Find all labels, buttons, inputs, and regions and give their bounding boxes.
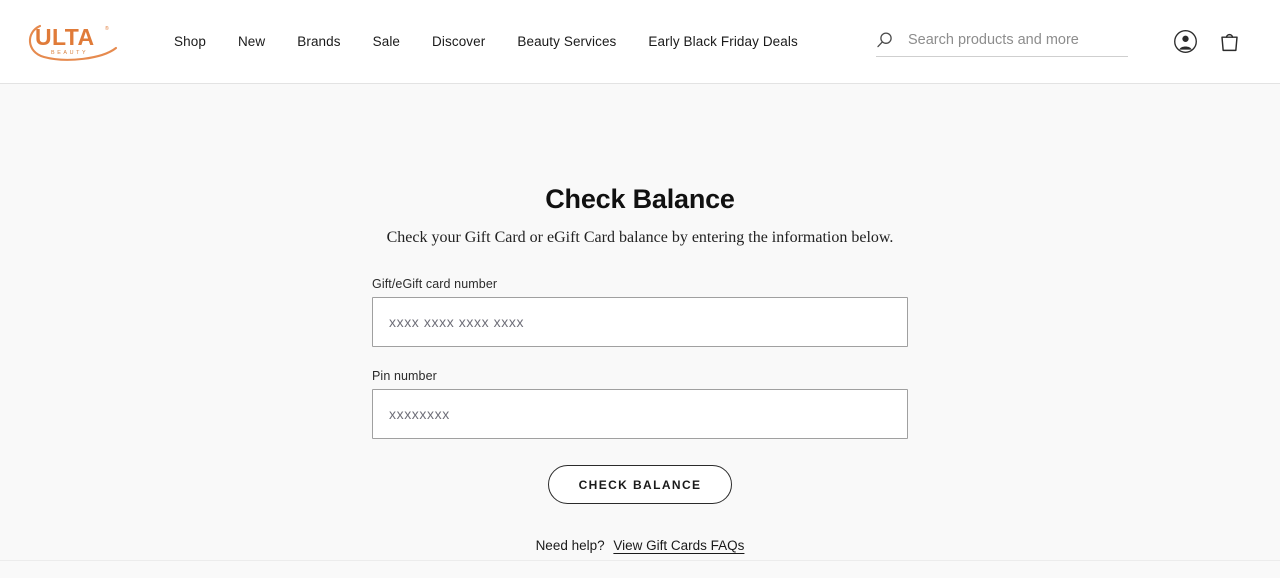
ulta-beauty-logo[interactable]: ULTA ® BEAUTY [24,18,120,66]
search-input[interactable] [908,32,1128,48]
check-balance-form: Gift/eGift card number Pin number CHECK … [372,277,908,504]
check-balance-panel: Check Balance Check your Gift Card or eG… [0,84,1280,553]
main-navigation: Shop New Brands Sale Discover Beauty Ser… [158,26,814,57]
svg-text:ULTA: ULTA [35,24,95,50]
svg-text:BEAUTY: BEAUTY [51,50,88,56]
nav-item-discover[interactable]: Discover [416,26,501,57]
field-gift-card-number: Gift/eGift card number [372,277,908,347]
gift-card-number-label: Gift/eGift card number [372,277,498,291]
header-actions [876,26,1244,57]
nav-item-brands[interactable]: Brands [281,26,356,57]
section-divider [0,560,1280,561]
nav-item-sale[interactable]: Sale [357,26,416,57]
nav-item-new[interactable]: New [222,26,281,57]
site-header: ULTA ® BEAUTY Shop New Brands Sale Disco… [0,0,1280,84]
check-balance-button[interactable]: CHECK BALANCE [547,465,733,504]
search-bar[interactable] [876,28,1128,57]
gift-cards-faqs-link[interactable]: View Gift Cards FAQs [613,538,744,553]
page-title: Check Balance [545,184,735,214]
pin-number-input[interactable] [372,389,908,439]
field-pin-number: Pin number [372,369,908,439]
svg-text:®: ® [105,25,109,32]
main-content: Check Balance Check your Gift Card or eG… [0,84,1280,578]
nav-item-beauty-services[interactable]: Beauty Services [501,26,632,57]
account-icon[interactable] [1170,27,1200,57]
help-row: Need help? View Gift Cards FAQs [0,538,1280,553]
nav-item-early-black-friday-deals[interactable]: Early Black Friday Deals [632,26,813,57]
gift-card-number-input[interactable] [372,297,908,347]
help-text: Need help? [535,538,605,553]
nav-item-shop[interactable]: Shop [158,26,222,57]
search-icon[interactable] [876,31,894,49]
pin-number-label: Pin number [372,369,437,383]
page-subtitle: Check your Gift Card or eGift Card balan… [386,229,894,246]
shopping-bag-icon[interactable] [1214,27,1244,57]
submit-row: CHECK BALANCE [372,465,908,504]
